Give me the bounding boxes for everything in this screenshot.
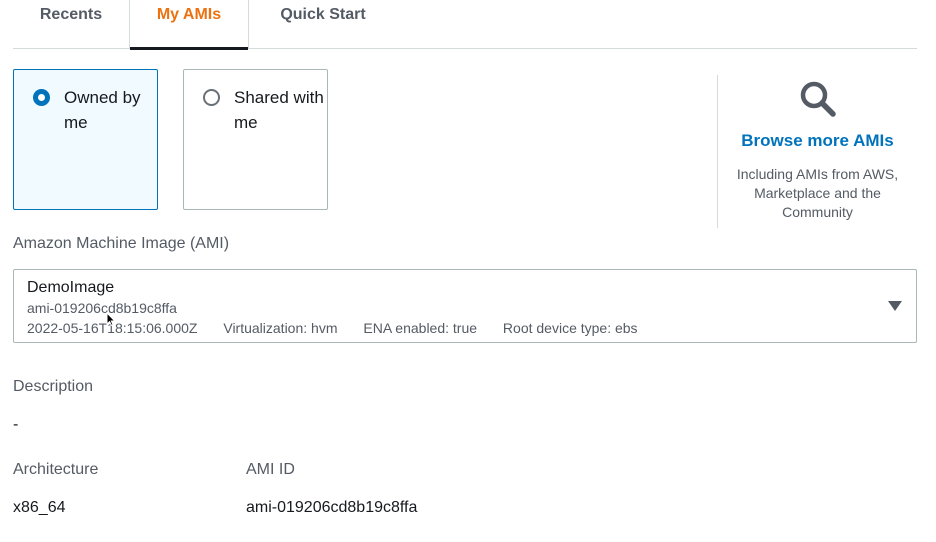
browse-more-amis-link[interactable]: Browse more AMIs [719, 131, 916, 151]
architecture-value: x86_64 [13, 499, 66, 516]
ami-created-date: 2022-05-16T18:15:06.000Z [27, 320, 198, 336]
ami-selected-meta: 2022-05-16T18:15:06.000Z Virtualization:… [27, 320, 660, 336]
tab-my-amis[interactable]: My AMIs [129, 0, 249, 50]
architecture-label: Architecture [13, 461, 99, 478]
browse-more-amis-description: Including AMIs from AWS, Marketplace and… [736, 166, 899, 220]
ami-tabs: Recents My AMIs Quick Start [13, 0, 917, 50]
caret-down-icon [888, 301, 902, 311]
tab-recents-label: Recents [39, 6, 103, 23]
owned-by-me-label: Owned by me [64, 88, 141, 132]
search-icon[interactable] [798, 79, 838, 119]
ami-id-label: AMI ID [246, 461, 295, 478]
shared-with-me-label: Shared with me [234, 88, 324, 132]
ami-select-dropdown[interactable]: DemoImage ami-019206cd8b19c8ffa 2022-05-… [13, 269, 917, 343]
tab-recents[interactable]: Recents [13, 0, 129, 48]
shared-with-me-tile[interactable]: Shared with me [183, 69, 328, 210]
ami-field-label: Amazon Machine Image (AMI) [13, 235, 230, 252]
description-label: Description [13, 378, 94, 395]
tab-my-amis-label: My AMIs [156, 6, 222, 23]
ami-id-value: ami-019206cd8b19c8ffa [246, 499, 418, 516]
owned-by-me-radio[interactable] [33, 89, 50, 106]
browse-divider [717, 75, 718, 228]
ami-virtualization: Virtualization: hvm [223, 320, 338, 336]
tab-quick-start[interactable]: Quick Start [249, 0, 397, 48]
browse-more-amis-panel: Browse more AMIs Including AMIs from AWS… [719, 75, 916, 230]
shared-with-me-radio[interactable] [203, 89, 220, 106]
ami-selected-name: DemoImage [27, 279, 115, 296]
ami-selected-id: ami-019206cd8b19c8ffa [27, 300, 177, 316]
ami-ena-enabled: ENA enabled: true [363, 320, 478, 336]
ami-root-device-type: Root device type: ebs [502, 320, 638, 336]
description-value: - [13, 416, 19, 433]
tab-quick-start-label: Quick Start [280, 6, 366, 23]
owned-by-me-tile[interactable]: Owned by me [13, 69, 158, 210]
ami-selector-panel: Recents My AMIs Quick Start Owned by me … [0, 0, 936, 542]
